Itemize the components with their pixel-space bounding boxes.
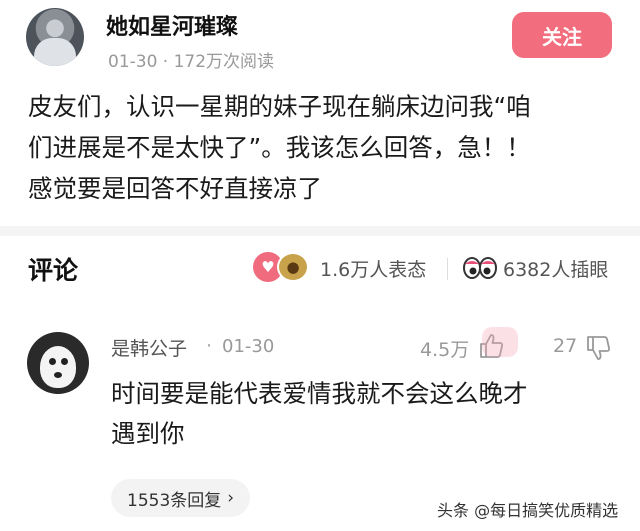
husky-face [40, 346, 76, 388]
reaction-icons[interactable]: ♥ ● [253, 252, 309, 282]
eyes-icon[interactable] [463, 257, 497, 279]
replies-label: 1553条回复 [127, 490, 222, 511]
comments-title: 评论 [28, 256, 79, 285]
author-name[interactable]: 她如星河璀璨 [106, 9, 238, 41]
post-body: 皮友们，认识一星期的妹子现在躺床边问我“咱 们进展是不是太快了”。我该怎么回答，… [28, 86, 618, 209]
commenter-avatar[interactable] [27, 332, 89, 394]
comment-text-line: 遇到你 [111, 419, 185, 448]
sticker-watermark-icon [482, 327, 518, 357]
comment-date: 01-30 [222, 336, 275, 357]
thumb-down-icon[interactable] [584, 334, 612, 362]
comment-like-count: 4.5万 [420, 339, 470, 361]
follow-button[interactable]: 关注 [512, 12, 612, 58]
section-divider [0, 226, 640, 236]
chevron-right-icon: › [227, 488, 235, 508]
eyes-count[interactable]: 6382人插眼 [503, 255, 608, 282]
post-body-line: 感觉要是回答不好直接凉了 [28, 174, 322, 203]
watermark: 头条 @每日搞笑优质精选 [437, 501, 619, 520]
header-separator [447, 258, 448, 280]
husky-eye [49, 358, 56, 365]
comment-text: 时间要是能代表爱情我就不会这么晚才 遇到你 [111, 374, 611, 454]
post-body-line: 们进展是不是太快了”。我该怎么回答，急！！ [28, 133, 531, 162]
comment-dislike-count: 27 [553, 335, 578, 357]
cat-emoji-icon: ● [277, 252, 309, 282]
replies-button[interactable]: 1553条回复 › [111, 479, 251, 517]
reactions-count[interactable]: 1.6万人表态 [320, 255, 426, 282]
comments-header: 评论 ♥ ● 1.6万人表态 6382人插眼 [0, 236, 640, 306]
comment-text-line: 时间要是能代表爱情我就不会这么晚才 [111, 379, 528, 408]
commenter-name[interactable]: 是韩公子 [111, 334, 187, 361]
author-avatar[interactable] [26, 8, 84, 66]
author-avatar-figure [34, 38, 76, 66]
post-body-line: 皮友们，认识一星期的妹子现在躺床边问我“咱 [28, 92, 531, 121]
post-header: 她如星河璀璨 01-30 · 172万次阅读 关注 [0, 0, 640, 80]
meta-separator: · [206, 335, 213, 357]
husky-nose [54, 372, 62, 378]
post-meta: 01-30 · 172万次阅读 [108, 52, 275, 72]
husky-eye [61, 358, 68, 365]
